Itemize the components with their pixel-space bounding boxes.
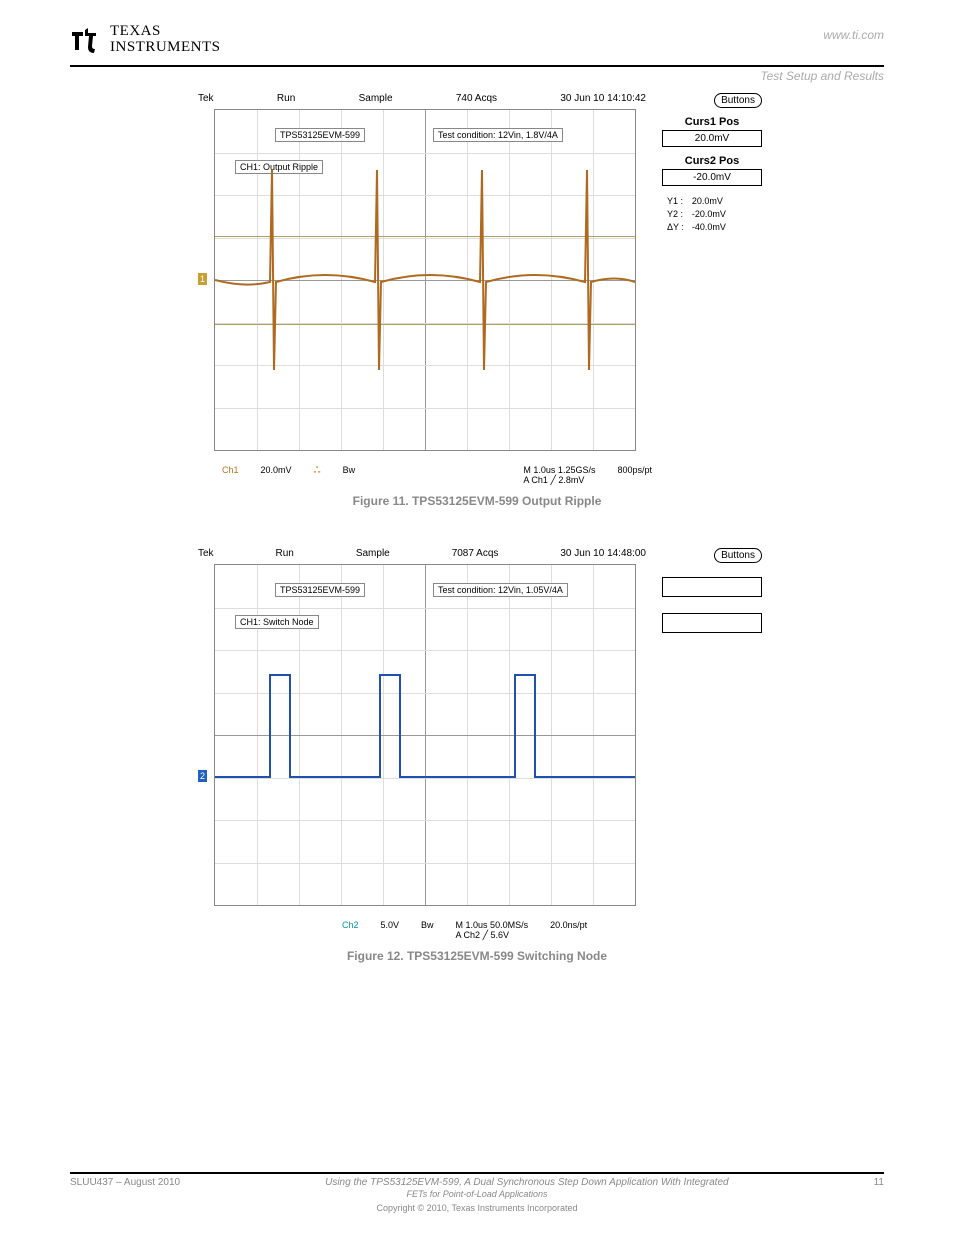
scope2-sample: Sample xyxy=(356,548,390,559)
scope1-sample: Sample xyxy=(359,93,393,104)
scope2-acqs: 7087 Acqs xyxy=(452,548,499,559)
scope1-run: Run xyxy=(277,93,295,104)
footer-doc: SLUU437 – August 2010 xyxy=(70,1177,180,1188)
logo-line1: TEXAS xyxy=(110,24,221,40)
ti-logo-icon xyxy=(70,28,102,61)
scope2-ts: 30 Jun 10 14:48:00 xyxy=(560,548,646,559)
logo-line2: INSTRUMENTS xyxy=(110,40,221,56)
scope1-ts: 30 Jun 10 14:10:42 xyxy=(560,93,646,104)
scope1-waveform xyxy=(215,110,635,450)
footer-sub: FETs for Point-of-Load Applications xyxy=(407,1189,548,1199)
section-title: Test Setup and Results xyxy=(70,69,884,83)
header-link: www.ti.com xyxy=(823,28,884,42)
figure-12: Tek Run Sample 7087 Acqs 30 Jun 10 14:48… xyxy=(70,548,884,963)
side2-box1 xyxy=(662,577,762,597)
header-rule xyxy=(70,65,884,67)
ch1-marker: 1 xyxy=(198,273,207,285)
ti-logo: TEXAS INSTRUMENTS xyxy=(70,24,884,57)
scope2-side-panel: Buttons xyxy=(662,548,762,943)
scope2-grid: TPS53125EVM-599 Test condition: 12Vin, 1… xyxy=(214,564,636,906)
footer-title: Using the TPS53125EVM-599, A Dual Synchr… xyxy=(325,1177,728,1188)
figure-11-caption: Figure 11. TPS53125EVM-599 Output Ripple xyxy=(70,494,884,508)
curs1-label: Curs1 Pos xyxy=(662,116,762,128)
buttons-btn-2[interactable]: Buttons xyxy=(714,548,762,563)
scope1-side-panel: Buttons Curs1 Pos 20.0mV Curs2 Pos -20.0… xyxy=(662,93,762,488)
curs1-value: 20.0mV xyxy=(662,130,762,147)
scope1-bottom: Ch1 20.0mV ஃ Bw M 1.0us 1.25GS/s A Ch1 ╱… xyxy=(222,465,652,486)
footer-copyright: Copyright © 2010, Texas Instruments Inco… xyxy=(70,1203,884,1213)
buttons-btn-1[interactable]: Buttons xyxy=(714,93,762,108)
scope2-run: Run xyxy=(276,548,294,559)
footer-page: 11 xyxy=(874,1177,884,1188)
scope2-tek: Tek xyxy=(198,548,214,559)
figure-12-caption: Figure 12. TPS53125EVM-599 Switching Nod… xyxy=(70,949,884,963)
scope1-tek: Tek xyxy=(198,93,214,104)
scope-1: Tek Run Sample 740 Acqs 30 Jun 10 14:10:… xyxy=(192,93,652,488)
curs2-value: -20.0mV xyxy=(662,169,762,186)
scope2-waveform xyxy=(215,565,635,905)
curs2-label: Curs2 Pos xyxy=(662,155,762,167)
cursor-readout: Y1 :20.0mV Y2 :-20.0mV ΔY :-40.0mV xyxy=(662,194,731,234)
scope-2: Tek Run Sample 7087 Acqs 30 Jun 10 14:48… xyxy=(192,548,652,943)
scope1-grid: TPS53125EVM-599 Test condition: 12Vin, 1… xyxy=(214,109,636,451)
ch2-marker: 2 xyxy=(198,770,207,782)
page-footer: SLUU437 – August 2010 Using the TPS53125… xyxy=(70,1172,884,1213)
scope1-acqs: 740 Acqs xyxy=(456,93,497,104)
side2-box2 xyxy=(662,613,762,633)
figure-11: Tek Run Sample 740 Acqs 30 Jun 10 14:10:… xyxy=(70,93,884,508)
scope2-bottom: Ch2 5.0V Bw M 1.0us 50.0MS/s A Ch2 ╱ 5.6… xyxy=(222,920,652,941)
